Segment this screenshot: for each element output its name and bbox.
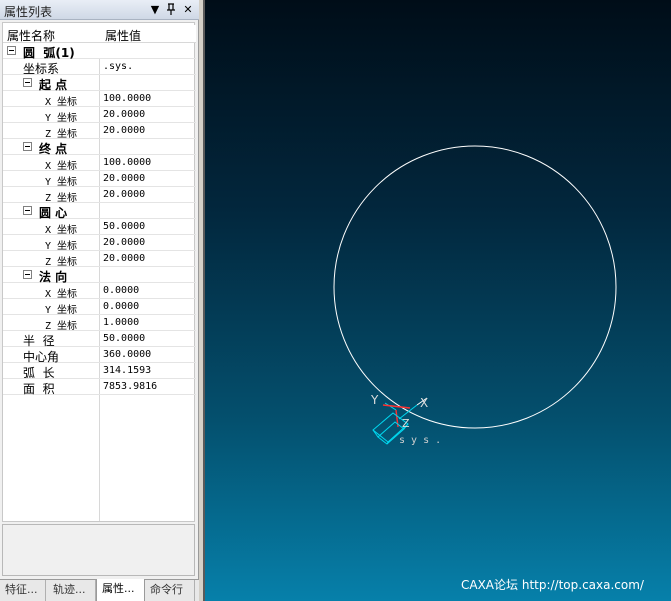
panel-titlebar: 属性列表 ▼ ✕ bbox=[0, 0, 199, 20]
normal-x-label: X 坐标 bbox=[45, 289, 78, 300]
radius-value[interactable]: 50.0000 bbox=[103, 333, 145, 344]
collapse-icon[interactable] bbox=[7, 46, 16, 55]
property-panel: 属性列表 ▼ ✕ 属性名称 属性值 圆 弧(1) 坐标系 .sys. 起 点 X… bbox=[0, 0, 199, 601]
row-coord-sys[interactable]: 坐标系 .sys. bbox=[3, 59, 196, 76]
normal-y-value[interactable]: 0.0000 bbox=[103, 301, 139, 312]
start-y-value[interactable]: 20.0000 bbox=[103, 109, 145, 120]
end-z-label: Z 坐标 bbox=[45, 193, 78, 204]
group-arc[interactable]: 圆 弧(1) bbox=[3, 43, 196, 60]
coord-sys-value[interactable]: .sys. bbox=[103, 61, 133, 72]
center-z-label: Z 坐标 bbox=[45, 257, 78, 268]
row-center-y[interactable]: Y 坐标 20.0000 bbox=[3, 235, 196, 252]
start-x-value[interactable]: 100.0000 bbox=[103, 93, 151, 104]
close-icon[interactable]: ✕ bbox=[181, 2, 195, 17]
axis-x-label: X bbox=[420, 396, 428, 410]
start-z-label: Z 坐标 bbox=[45, 129, 78, 140]
end-y-label: Y 坐标 bbox=[45, 177, 78, 188]
normal-x-value[interactable]: 0.0000 bbox=[103, 285, 139, 296]
end-x-label: X 坐标 bbox=[45, 161, 78, 172]
start-x-label: X 坐标 bbox=[45, 97, 78, 108]
pin-icon[interactable] bbox=[164, 2, 178, 17]
row-normal-y[interactable]: Y 坐标 0.0000 bbox=[3, 299, 196, 316]
center-y-label: Y 坐标 bbox=[45, 241, 78, 252]
watermark-text: CAXA论坛 http://top.caxa.com/ bbox=[461, 578, 644, 592]
row-start-x[interactable]: X 坐标 100.0000 bbox=[3, 91, 196, 108]
center-z-value[interactable]: 20.0000 bbox=[103, 253, 145, 264]
name-column-header[interactable]: 属性名称 bbox=[7, 27, 55, 44]
start-y-label: Y 坐标 bbox=[45, 113, 78, 124]
tab-features[interactable]: 特征... bbox=[0, 580, 46, 601]
central-angle-value[interactable]: 360.0000 bbox=[103, 349, 151, 360]
center-x-label: X 坐标 bbox=[45, 225, 78, 236]
end-y-value[interactable]: 20.0000 bbox=[103, 173, 145, 184]
row-normal-x[interactable]: X 坐标 0.0000 bbox=[3, 283, 196, 300]
sys-label: s y s . bbox=[399, 435, 441, 446]
normal-y-label: Y 坐标 bbox=[45, 305, 78, 316]
value-column-header[interactable]: 属性值 bbox=[105, 27, 141, 44]
center-y-value[interactable]: 20.0000 bbox=[103, 237, 145, 248]
group-center[interactable]: 圆 心 bbox=[3, 203, 196, 220]
area-value[interactable]: 7853.9816 bbox=[103, 381, 157, 392]
axis-z-label: Z bbox=[402, 417, 410, 430]
group-end-point[interactable]: 终 点 bbox=[3, 139, 196, 156]
dropdown-icon[interactable]: ▼ bbox=[148, 2, 162, 17]
normal-z-value[interactable]: 1.0000 bbox=[103, 317, 139, 328]
arc-circle[interactable] bbox=[333, 145, 617, 429]
row-center-x[interactable]: X 坐标 50.0000 bbox=[3, 219, 196, 236]
panel-title: 属性列表 bbox=[4, 5, 53, 19]
group-normal[interactable]: 法 向 bbox=[3, 267, 196, 284]
tab-trajectory[interactable]: 轨迹... bbox=[48, 580, 96, 601]
collapse-icon[interactable] bbox=[23, 142, 32, 151]
tab-properties[interactable]: 属性... bbox=[96, 579, 145, 601]
viewport-canvas: Y X Z s y s . bbox=[333, 145, 617, 446]
collapse-icon[interactable] bbox=[23, 78, 32, 87]
row-start-y[interactable]: Y 坐标 20.0000 bbox=[3, 107, 196, 124]
row-center-z[interactable]: Z 坐标 20.0000 bbox=[3, 251, 196, 268]
property-grid: 属性名称 属性值 圆 弧(1) 坐标系 .sys. 起 点 X 坐标 100.0… bbox=[2, 22, 196, 522]
row-start-z[interactable]: Z 坐标 20.0000 bbox=[3, 123, 196, 140]
area-label: 面 积 bbox=[23, 382, 55, 396]
3d-viewport[interactable]: Y X Z s y s . CAXA论坛 http://top.caxa.com… bbox=[203, 0, 671, 601]
row-central-angle[interactable]: 中心角 360.0000 bbox=[3, 347, 196, 364]
center-x-value[interactable]: 50.0000 bbox=[103, 221, 145, 232]
start-z-value[interactable]: 20.0000 bbox=[103, 125, 145, 136]
description-pane bbox=[2, 524, 195, 576]
arc-length-value[interactable]: 314.1593 bbox=[103, 365, 151, 376]
normal-z-label: Z 坐标 bbox=[45, 321, 78, 332]
collapse-icon[interactable] bbox=[23, 206, 32, 215]
grid-header: 属性名称 属性值 bbox=[3, 25, 196, 43]
row-area[interactable]: 面 积 7853.9816 bbox=[3, 379, 196, 396]
row-end-y[interactable]: Y 坐标 20.0000 bbox=[3, 171, 196, 188]
row-arc-length[interactable]: 弧 长 314.1593 bbox=[3, 363, 196, 380]
end-x-value[interactable]: 100.0000 bbox=[103, 157, 151, 168]
end-z-value[interactable]: 20.0000 bbox=[103, 189, 145, 200]
collapse-icon[interactable] bbox=[23, 270, 32, 279]
group-start-point[interactable]: 起 点 bbox=[3, 75, 196, 92]
row-radius[interactable]: 半 径 50.0000 bbox=[3, 331, 196, 348]
panel-tabs: 特征... 轨迹... 属性... 命令行 bbox=[0, 579, 199, 601]
tab-command-line[interactable]: 命令行 bbox=[145, 580, 195, 601]
row-end-x[interactable]: X 坐标 100.0000 bbox=[3, 155, 196, 172]
row-end-z[interactable]: Z 坐标 20.0000 bbox=[3, 187, 196, 204]
row-normal-z[interactable]: Z 坐标 1.0000 bbox=[3, 315, 196, 332]
axis-y-label: Y bbox=[370, 393, 379, 407]
